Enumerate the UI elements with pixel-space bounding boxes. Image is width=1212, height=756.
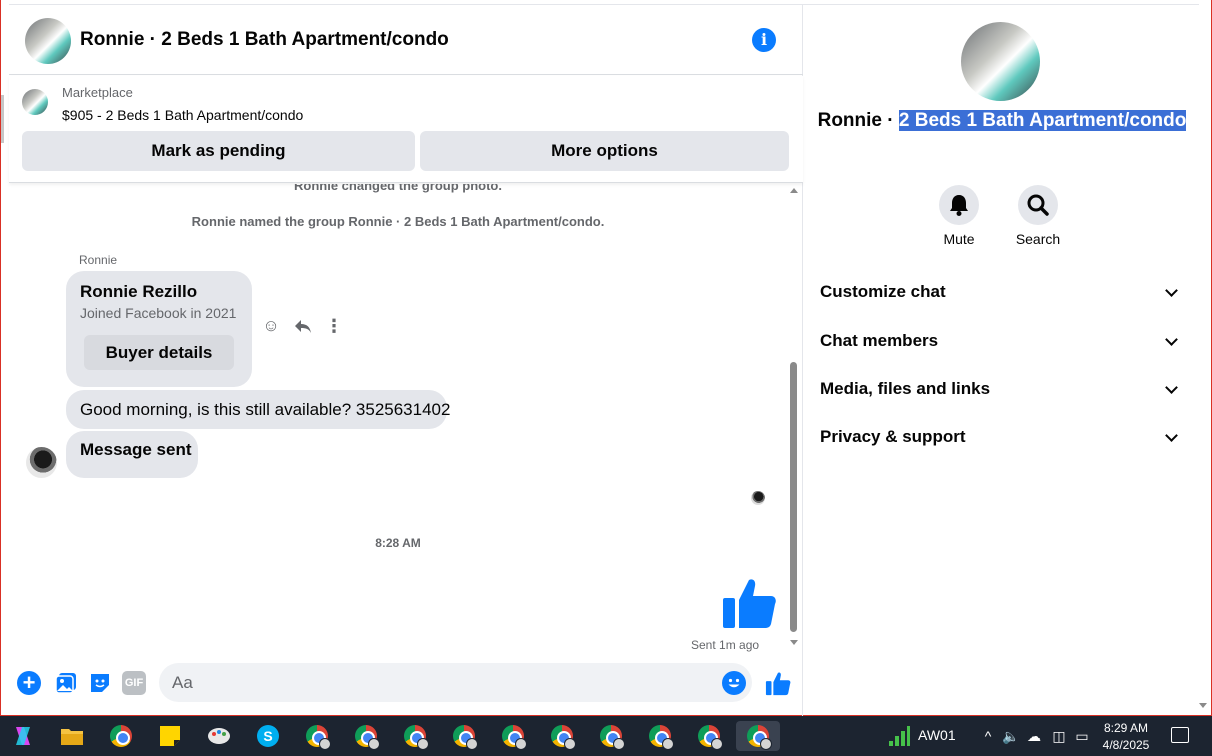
thumbs-up-icon: [721, 574, 777, 630]
paint-icon[interactable]: [204, 721, 234, 751]
chevron-down-icon: [1165, 333, 1178, 346]
chrome-profile-icon[interactable]: [400, 721, 430, 751]
chrome-active-window-icon[interactable]: [736, 721, 780, 751]
system-message: Ronnie changed the group photo.: [294, 184, 502, 193]
gif-icon[interactable]: GIF: [122, 671, 146, 695]
search-button[interactable]: [1018, 185, 1058, 225]
taskbar: S AW01 ^ 🔈 ☁ ◫ ▭ 8:29 AM 4/8/2025: [0, 716, 1212, 756]
more-actions-icon[interactable]: ⋮: [324, 316, 344, 336]
mark-as-pending-button[interactable]: Mark as pending: [22, 131, 415, 171]
marketplace-banner: Marketplace $905 - 2 Beds 1 Bath Apartme…: [9, 76, 803, 183]
search-label: Search: [1015, 231, 1061, 247]
buyer-name: Ronnie Rezillo: [80, 282, 198, 301]
mute-button[interactable]: [939, 185, 979, 225]
scroll-up-arrow[interactable]: [790, 188, 798, 193]
seen-avatar: [751, 491, 765, 505]
chrome-profile-icon[interactable]: [449, 721, 479, 751]
chat-members-row[interactable]: Chat members: [820, 323, 1182, 359]
meet-now-icon[interactable]: ◫: [1051, 728, 1067, 744]
chat-column: Ronnie · 2 Beds 1 Bath Apartment/condo i…: [9, 5, 803, 716]
network-icon[interactable]: ▭: [1074, 728, 1090, 744]
message-list: Ronnie changed the group photo. Ronnie n…: [9, 184, 803, 654]
chrome-profile-icon[interactable]: [596, 721, 626, 751]
taskbar-time[interactable]: 8:29 AM: [1096, 720, 1156, 736]
message-scrollbar[interactable]: [787, 184, 801, 651]
chat-title[interactable]: Ronnie · 2 Beds 1 Bath Apartment/condo: [80, 29, 449, 51]
send-like-icon[interactable]: [765, 669, 791, 697]
chrome-profile-icon[interactable]: [498, 721, 528, 751]
system-message: Ronnie named the group Ronnie · 2 Beds 1…: [191, 214, 605, 229]
more-options-button[interactable]: More options: [420, 131, 789, 171]
chrome-profile-icon[interactable]: [694, 721, 724, 751]
panel-scroll-down-arrow[interactable]: [1199, 703, 1207, 708]
sticker-icon[interactable]: [88, 671, 112, 695]
message-timestamp: 8:28 AM: [375, 536, 421, 550]
section-label: Chat members: [820, 331, 939, 350]
chevron-down-icon: [1165, 381, 1178, 394]
panel-name-plain: Ronnie ·: [817, 110, 899, 131]
chrome-icon[interactable]: [106, 721, 136, 751]
reply-icon[interactable]: [293, 316, 313, 336]
sticky-notes-icon[interactable]: [155, 721, 185, 751]
chevron-down-icon: [1165, 429, 1178, 442]
listing-thumbnail[interactable]: [22, 89, 48, 115]
left-edge-tab: [1, 95, 4, 143]
buyer-card: Ronnie Rezillo Joined Facebook in 2021 B…: [66, 271, 252, 387]
chat-header: Ronnie · 2 Beds 1 Bath Apartment/condo i: [9, 5, 803, 75]
volume-icon[interactable]: 🔈: [1002, 728, 1019, 744]
group-avatar[interactable]: [25, 18, 71, 64]
chevron-up-icon[interactable]: ^: [980, 728, 996, 744]
copilot-icon[interactable]: [8, 721, 38, 751]
mute-label: Mute: [943, 231, 975, 247]
customize-chat-row[interactable]: Customize chat: [820, 274, 1182, 310]
privacy-support-row[interactable]: Privacy & support: [820, 419, 1182, 455]
buyer-joined: Joined Facebook in 2021: [80, 305, 237, 321]
marketplace-label: Marketplace: [62, 85, 133, 100]
onedrive-icon[interactable]: ☁: [1026, 728, 1042, 744]
section-label: Privacy & support: [820, 427, 966, 446]
taskbar-date[interactable]: 4/8/2025: [1096, 737, 1156, 753]
taskbar-user-label[interactable]: AW01: [918, 727, 956, 743]
panel-group-avatar[interactable]: [961, 22, 1040, 101]
panel-name-selected: 2 Beds 1 Bath Apartment/condo: [898, 110, 1187, 131]
plus-icon[interactable]: +: [17, 671, 41, 695]
media-files-links-row[interactable]: Media, files and links: [820, 371, 1182, 407]
skype-icon[interactable]: S: [253, 721, 283, 751]
listing-title[interactable]: $905 - 2 Beds 1 Bath Apartment/condo: [62, 107, 303, 123]
chrome-profile-icon[interactable]: [351, 721, 381, 751]
svg-text:S: S: [263, 728, 272, 744]
composer: + GIF: [9, 660, 803, 706]
react-emoji-icon[interactable]: ☺: [261, 316, 281, 336]
section-label: Media, files and links: [820, 379, 991, 398]
message-bubble[interactable]: Message sent: [66, 431, 198, 478]
photo-icon[interactable]: [54, 671, 78, 695]
message-bubble[interactable]: Good morning, is this still available? 3…: [66, 390, 450, 429]
panel-group-name: Ronnie · 2 Beds 1 Bath Apartment/condo: [804, 109, 1200, 132]
chevron-down-icon: [1165, 284, 1178, 297]
section-label: Customize chat: [820, 282, 946, 301]
scroll-thumb[interactable]: [790, 362, 797, 632]
emoji-icon[interactable]: [722, 671, 746, 695]
chrome-profile-icon[interactable]: [645, 721, 675, 751]
contact-avatar[interactable]: [26, 447, 57, 478]
chat-info-panel: Ronnie · 2 Beds 1 Bath Apartment/condo M…: [804, 5, 1207, 716]
sent-status: Sent 1m ago: [691, 638, 760, 652]
scroll-down-arrow[interactable]: [790, 640, 798, 645]
sender-name: Ronnie: [79, 253, 118, 267]
chrome-profile-icon[interactable]: [547, 721, 577, 751]
notification-icon[interactable]: [1171, 727, 1189, 743]
buyer-details-button[interactable]: Buyer details: [84, 335, 234, 370]
info-icon[interactable]: i: [752, 28, 776, 52]
file-explorer-icon[interactable]: [57, 721, 87, 751]
message-input[interactable]: [159, 663, 752, 702]
network-signal-icon[interactable]: [888, 725, 910, 747]
browser-window: Ronnie · 2 Beds 1 Bath Apartment/condo i…: [0, 0, 1212, 716]
chrome-profile-icon[interactable]: [302, 721, 332, 751]
